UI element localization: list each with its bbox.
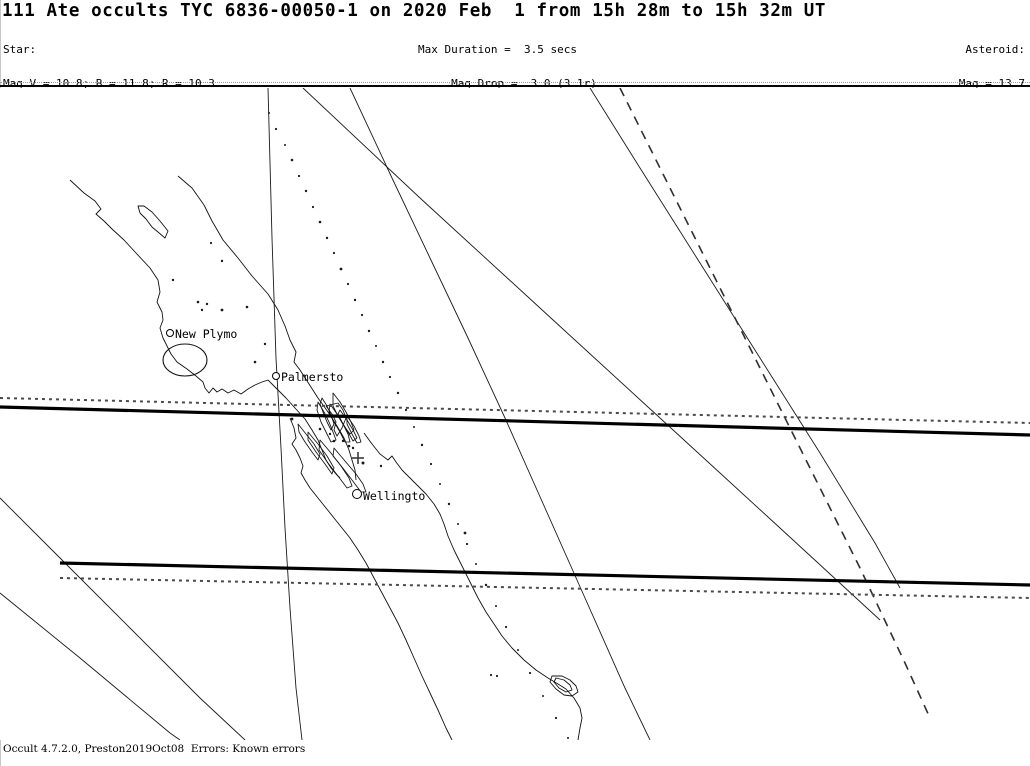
meridian-line-3 bbox=[302, 88, 881, 621]
city-marker-icon bbox=[272, 372, 280, 380]
graticule-lines bbox=[0, 88, 901, 740]
city-label-palmerston-north[interactable]: Palmersto bbox=[272, 371, 343, 383]
coast-south-island-west bbox=[289, 417, 453, 740]
coast-north-island-west bbox=[69, 179, 269, 395]
city-marker-icon bbox=[352, 489, 362, 499]
shadow-path-map[interactable]: New Plymo Palmersto Wellingto Christchu bbox=[0, 88, 1030, 740]
city-name: Palmersto bbox=[281, 370, 344, 384]
page-title: 111 Ate occults TYC 6836-00050-1 on 2020… bbox=[2, 1, 827, 21]
night-day-terminator bbox=[619, 88, 931, 719]
header-divider bbox=[0, 85, 1030, 87]
coastline bbox=[69, 175, 583, 740]
city-label-new-plymouth[interactable]: New Plymo bbox=[166, 328, 237, 340]
city-name: Wellingto bbox=[363, 489, 426, 503]
lake-taupo bbox=[162, 343, 208, 377]
northern-path-limit bbox=[0, 405, 1030, 437]
asteroid-heading: Asteroid: bbox=[965, 43, 1025, 57]
header-divider-dotted bbox=[0, 82, 1030, 83]
meridian-line-4 bbox=[0, 497, 246, 740]
coast-small-island bbox=[137, 205, 169, 239]
coast-north-island-south bbox=[267, 379, 341, 479]
meridian-line-2 bbox=[349, 88, 651, 740]
meridian-line-5 bbox=[0, 592, 181, 740]
coast-banks-peninsula bbox=[549, 675, 579, 697]
city-label-wellington[interactable]: Wellingto bbox=[352, 489, 425, 502]
footer-panel: Occult 4.7.2.0, Preston2019Oct08 Errors:… bbox=[0, 740, 1030, 766]
coast-south-island-southeast bbox=[565, 688, 583, 740]
town-dots bbox=[171, 112, 569, 739]
city-marker-icon bbox=[166, 329, 174, 337]
coast-south-island-east bbox=[363, 432, 567, 690]
star-heading: Star: bbox=[3, 43, 37, 57]
footer-credit: Occult 4.7.2.0, Preston2019Oct08 Errors:… bbox=[3, 743, 306, 755]
occultation-prediction-page: 111 Ate occults TYC 6836-00050-1 on 2020… bbox=[0, 0, 1030, 766]
max-duration: Max Duration = 3.5 secs bbox=[418, 43, 577, 57]
southern-path-limit bbox=[59, 561, 1030, 587]
city-name: New Plymo bbox=[175, 327, 238, 341]
header-panel: 111 Ate occults TYC 6836-00050-1 on 2020… bbox=[0, 0, 1030, 224]
